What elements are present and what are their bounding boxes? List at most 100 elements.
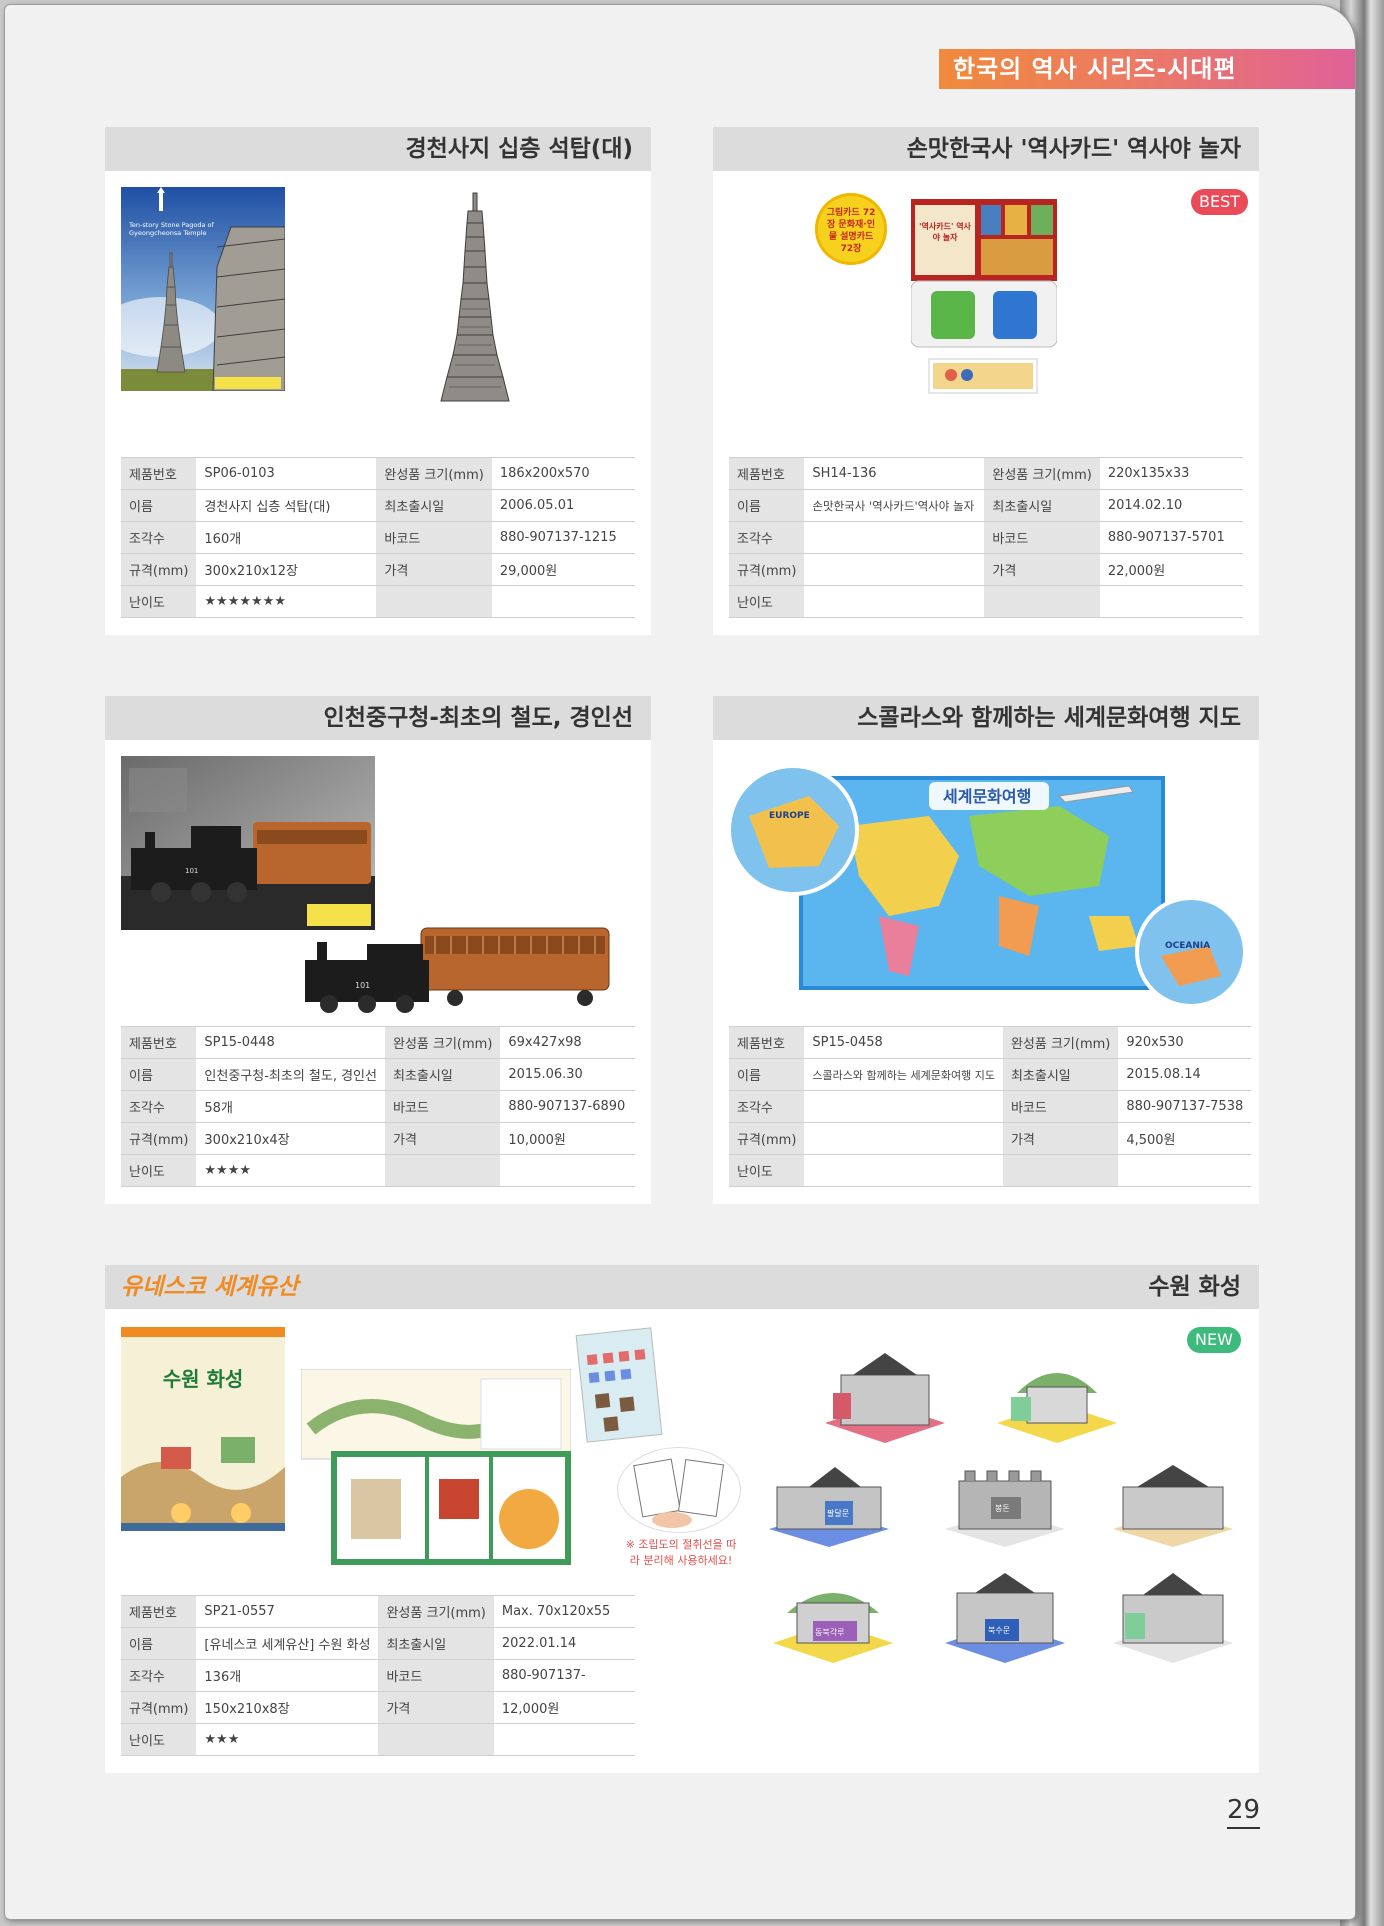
sticker-badge: 그림카드 72장 문화재·인물 설명카드 72장	[815, 193, 887, 265]
product-title: 경천사지 십층 석탑(대)	[105, 127, 651, 171]
unesco-tag: 유네스코 세계유산	[121, 1274, 299, 1300]
spec-table: 제품번호 SP21-0557 완성품 크기(mm) Max. 70x120x55…	[121, 1595, 635, 1756]
spec-key: 제품번호	[121, 457, 197, 490]
product-card-train: 인천중구청-최초의 철도, 경인선 101 101 제품번호 SP15-0448…	[105, 696, 651, 1204]
spec-value: 160개	[196, 521, 377, 554]
svg-text:OCEANIA: OCEANIA	[1165, 941, 1210, 951]
spec-key: 최초출시일	[378, 1627, 494, 1660]
cut-guide-image	[617, 1447, 741, 1533]
spec-key: 규격(mm)	[121, 1691, 197, 1724]
spec-table: 제품번호 SH14-136 완성품 크기(mm) 220x135x33 이름 손…	[729, 457, 1243, 618]
spec-value: 300x210x4장	[196, 1122, 385, 1155]
spec-key: 조각수	[121, 521, 197, 554]
spec-value: 10,000원	[500, 1122, 635, 1155]
spec-value: SP15-0448	[196, 1026, 385, 1059]
spec-key: 규격(mm)	[729, 1122, 805, 1155]
spec-key: 이름	[121, 489, 197, 522]
spec-key: 난이도	[121, 585, 197, 618]
spec-key: 이름	[121, 1058, 197, 1091]
spec-value: 880-907137-1215	[491, 521, 635, 554]
spec-key: 바코드	[984, 521, 1100, 554]
spec-key: 난이도	[729, 585, 805, 618]
spec-value	[804, 553, 985, 586]
spec-key: 가격	[378, 1691, 494, 1724]
spec-value: 880-907137-5701	[1099, 521, 1243, 554]
spec-value: SP15-0458	[804, 1026, 1003, 1059]
train-box-image: 101	[121, 756, 375, 930]
spec-value: 150x210x8장	[196, 1691, 379, 1724]
spec-key: 최초출시일	[1002, 1058, 1119, 1091]
product-card-pagoda: 경천사지 십층 석탑(대) Ten-story Stone Pagoda of …	[105, 127, 651, 635]
spec-value: 69x427x98	[500, 1026, 635, 1059]
spec-key: 이름	[121, 1627, 197, 1660]
spec-key: 가격	[384, 1122, 501, 1155]
spec-key: 최초출시일	[984, 489, 1100, 522]
spec-value: 880-907137-	[493, 1659, 635, 1692]
spec-key: 완성품 크기(mm)	[378, 1595, 494, 1628]
spec-value: 스콜라스와 함께하는 세계문화여행 지도	[804, 1058, 1003, 1091]
spec-value: 186x200x570	[491, 457, 635, 490]
spec-key: 난이도	[121, 1723, 197, 1756]
spec-value: 2022.01.14	[493, 1627, 635, 1660]
spec-key: 최초출시일	[384, 1058, 501, 1091]
spec-value: SP21-0557	[196, 1595, 379, 1628]
spec-value: 인천중구청-최초의 철도, 경인선	[196, 1058, 385, 1091]
card-game-box-image: '역사카드' 역사야 놀자	[911, 199, 1057, 395]
spec-key: 난이도	[729, 1154, 805, 1187]
spec-value: 880-907137-7538	[1118, 1090, 1252, 1123]
spec-value: 경천사지 십층 석탑(대)	[196, 489, 377, 522]
product-title: 유네스코 세계유산 수원 화성	[105, 1265, 1259, 1309]
spec-key: 제품번호	[121, 1026, 197, 1059]
cut-guide-note: ※ 조립도의 절취선을 따라 분리해 사용하세요!	[625, 1538, 737, 1567]
spec-value: 2014.02.10	[1099, 489, 1243, 522]
spec-key: 규격(mm)	[121, 553, 197, 586]
spec-key: 바코드	[384, 1090, 501, 1123]
spec-key: 조각수	[121, 1090, 197, 1123]
spec-key: 바코드	[1002, 1090, 1119, 1123]
best-badge: BEST	[1191, 189, 1249, 215]
spec-value: 136개	[196, 1659, 379, 1692]
train-model-image: 101	[295, 920, 615, 1016]
spec-value: 12,000원	[493, 1691, 635, 1724]
spec-key: 바코드	[378, 1659, 494, 1692]
difficulty-stars	[804, 585, 985, 618]
spec-key: 난이도	[121, 1154, 197, 1187]
spec-value: 4,500원	[1118, 1122, 1252, 1155]
product-title: 인천중구청-최초의 철도, 경인선	[105, 696, 651, 740]
spec-value: 2015.08.14	[1118, 1058, 1252, 1091]
difficulty-stars: ★★★★	[196, 1154, 385, 1187]
pagoda-model-image	[435, 187, 515, 403]
svg-text:101: 101	[355, 981, 370, 990]
spec-value: 22,000원	[1099, 553, 1243, 586]
difficulty-stars	[804, 1154, 1003, 1187]
spec-key: 가격	[1002, 1122, 1119, 1155]
hwaseong-models-image: 팔달문 봉돈 동북각루 북수문	[765, 1337, 1245, 1693]
difficulty-stars: ★★★★★★★	[196, 585, 377, 618]
page-number: 29	[1227, 1795, 1261, 1829]
spec-key: 제품번호	[729, 457, 805, 490]
spec-value: 2006.05.01	[491, 489, 635, 522]
product-title: 손맛한국사 '역사카드' 역사야 놀자	[713, 127, 1259, 171]
product-card-suwon-hwaseong: 유네스코 세계유산 수원 화성 NEW 수원 화성 ※ 조립도의 절취선을 따라…	[105, 1265, 1259, 1773]
spec-key: 이름	[729, 1058, 805, 1091]
spec-key: 규격(mm)	[121, 1122, 197, 1155]
spec-value: 2015.06.30	[500, 1058, 635, 1091]
spec-key: 최초출시일	[376, 489, 492, 522]
model-label-bongdon: 봉돈	[995, 1504, 1010, 1513]
spec-key: 제품번호	[729, 1026, 805, 1059]
spec-table: 제품번호 SP15-0448 완성품 크기(mm) 69x427x98 이름 인…	[121, 1026, 635, 1187]
box-caption-text: Ten-story Stone Pagoda of	[128, 221, 215, 229]
spec-table: 제품번호 SP15-0458 완성품 크기(mm) 920x530 이름 스콜라…	[729, 1026, 1252, 1187]
difficulty-stars: ★★★	[196, 1723, 379, 1756]
product-card-world-map: 스콜라스와 함께하는 세계문화여행 지도 세계문화여행 EUROPE OCEAN…	[713, 696, 1259, 1204]
spec-key: 완성품 크기(mm)	[1002, 1026, 1119, 1059]
svg-text:세계문화여행: 세계문화여행	[943, 787, 1031, 806]
product-box-image: Ten-story Stone Pagoda of Gyeongcheonsa …	[121, 187, 285, 391]
spec-value: 손맛한국사 '역사카드'역사야 놀자	[804, 489, 985, 522]
spec-key: 완성품 크기(mm)	[376, 457, 492, 490]
sticker-sheet-image	[575, 1327, 663, 1443]
spec-key: 완성품 크기(mm)	[984, 457, 1100, 490]
spec-key: 조각수	[121, 1659, 197, 1692]
spec-value	[804, 521, 985, 554]
spec-value: [유네스코 세계유산] 수원 화성	[196, 1627, 379, 1660]
